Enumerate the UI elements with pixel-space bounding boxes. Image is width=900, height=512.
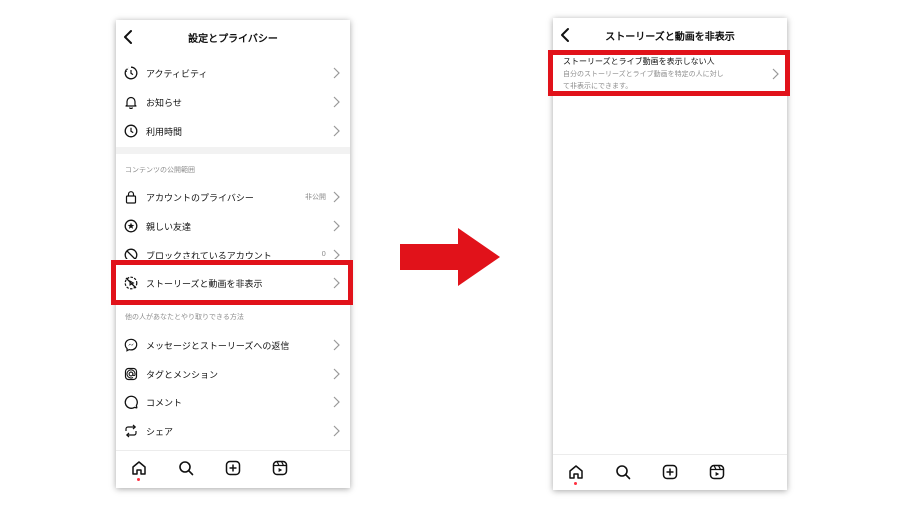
chevron-right-icon <box>333 425 340 437</box>
menu-item-label: ブロックされているアカウント <box>146 252 272 259</box>
search-icon[interactable] <box>615 464 631 480</box>
menu-item-close-friends[interactable]: 親しい友達 <box>116 212 350 240</box>
star-circle-icon <box>124 219 138 233</box>
chevron-right-icon <box>333 96 340 108</box>
page-title: ストーリーズと動画を非表示 <box>605 32 735 43</box>
menu-item-label: アクティビティ <box>146 70 208 80</box>
chevron-right-icon <box>333 396 340 408</box>
lock-icon <box>125 191 137 204</box>
menu-item-label: メッセージとストーリーズへの返信 <box>146 342 290 352</box>
reels-icon[interactable] <box>272 460 288 476</box>
home-icon[interactable] <box>568 464 584 480</box>
chevron-right-icon <box>333 125 340 137</box>
chevron-right-icon <box>333 249 340 259</box>
page-title: 設定とプライバシー <box>188 34 278 45</box>
menu-item-time-spent[interactable]: 利用時間 <box>116 117 350 145</box>
block-icon <box>124 248 138 259</box>
menu-item-label: お知らせ <box>146 99 182 109</box>
comment-icon <box>124 395 138 409</box>
menu-item-label: コメント <box>146 399 183 409</box>
chevron-right-icon <box>333 220 340 232</box>
chevron-right-icon <box>333 339 340 351</box>
chevron-right-icon <box>333 67 340 79</box>
menu-item-comments[interactable]: コメント <box>116 388 350 416</box>
left-phone-screen: 設定とプライバシー アクティビティ お知らせ 利用時間 コンテンツの公開範囲 ア… <box>116 20 350 488</box>
menu-item-label: 親しい友達 <box>146 223 192 233</box>
section-header-interactions: 他の人があなたとやり取りできる方法 <box>125 313 244 321</box>
notification-dot <box>574 482 577 485</box>
chevron-right-icon <box>333 191 340 203</box>
bell-icon <box>125 96 137 109</box>
share-icon <box>125 424 137 438</box>
menu-item-label: シェア <box>146 428 174 438</box>
menu-item-label: 利用時間 <box>146 128 183 138</box>
create-icon[interactable] <box>662 464 678 480</box>
reels-icon[interactable] <box>709 464 725 480</box>
clock-icon <box>124 124 138 138</box>
bottom-navigation <box>116 450 350 487</box>
menu-item-activity[interactable]: アクティビティ <box>116 59 350 87</box>
mention-icon <box>124 367 138 381</box>
messenger-icon <box>124 338 138 352</box>
bottom-navigation <box>553 454 787 490</box>
chevron-right-icon <box>333 368 340 380</box>
home-icon[interactable] <box>131 460 147 476</box>
menu-item-label: タグとメンション <box>146 371 219 381</box>
menu-item-notifications[interactable]: お知らせ <box>116 88 350 116</box>
highlight-box-hide-story <box>111 260 353 305</box>
transition-arrow-icon <box>400 228 500 286</box>
create-icon[interactable] <box>225 460 241 476</box>
blocked-count: 0 <box>321 250 326 258</box>
menu-item-sharing[interactable]: シェア <box>116 417 350 445</box>
highlight-box-hide-from-item <box>548 50 790 96</box>
menu-item-messages-story-replies[interactable]: メッセージとストーリーズへの返信 <box>116 331 350 359</box>
section-header-visibility: コンテンツの公開範囲 <box>125 166 195 174</box>
notification-dot <box>137 478 140 481</box>
activity-icon <box>124 66 138 80</box>
settings-header: 設定とプライバシー <box>116 20 350 56</box>
menu-item-account-privacy[interactable]: アカウントのプライバシー 非公開 <box>116 183 350 211</box>
menu-item-label: アカウントのプライバシー <box>146 194 254 204</box>
menu-item-blocked-accounts[interactable]: ブロックされているアカウント 0 <box>116 241 350 259</box>
privacy-status: 非公開 <box>305 193 326 201</box>
menu-item-tags-mentions[interactable]: タグとメンション <box>116 360 350 388</box>
hide-story-header: ストーリーズと動画を非表示 <box>553 18 787 54</box>
section-divider <box>116 147 350 154</box>
search-icon[interactable] <box>178 460 194 476</box>
